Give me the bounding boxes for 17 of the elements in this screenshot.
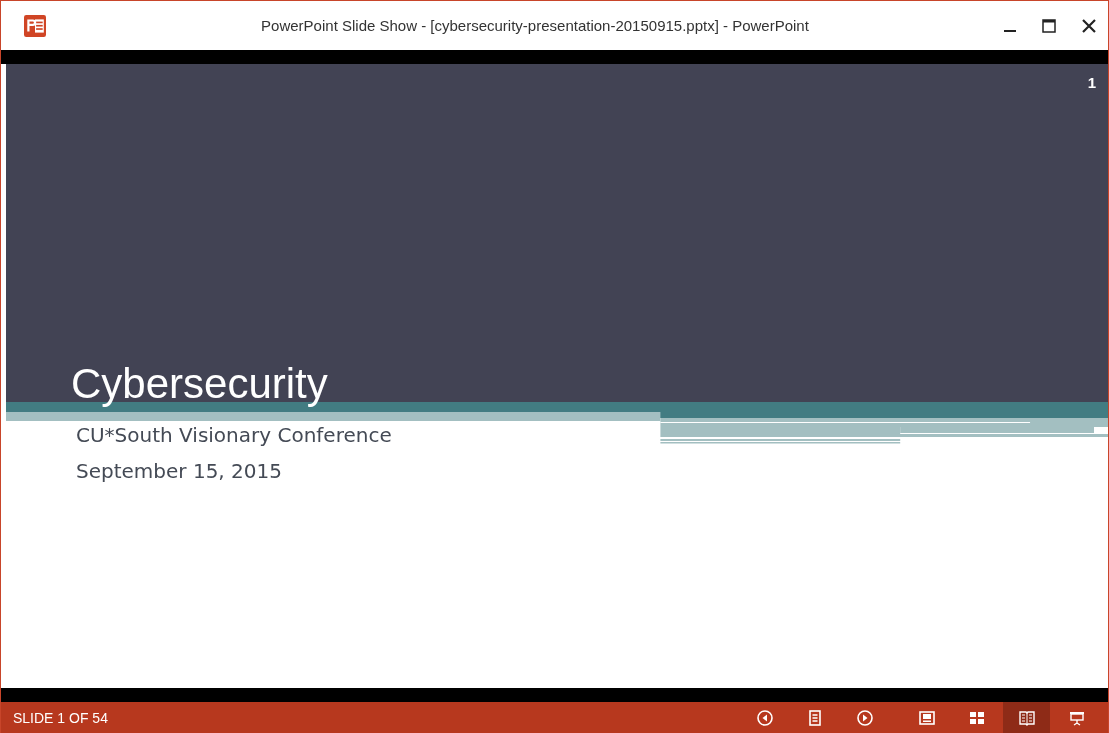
view-button[interactable] [1003, 702, 1050, 733]
subtitle-line: September 15, 2015 [76, 458, 282, 485]
next-icon [856, 709, 873, 726]
maximize-icon[interactable] [1042, 18, 1056, 33]
close-icon[interactable] [1082, 18, 1096, 33]
grid-icon [968, 709, 985, 726]
notes-icon [806, 709, 823, 726]
app-logo-icon [24, 14, 46, 37]
projector-icon [1068, 709, 1085, 726]
slide-number: 1 [1087, 74, 1096, 91]
subtitle-line: CU*South Visionary Conference [76, 422, 392, 449]
slide-title: Cybersecurity [71, 359, 329, 409]
book-icon [1018, 709, 1035, 726]
normal-view-icon [918, 709, 935, 726]
window-title: PowerPoint Slide Show - [cybersecurity-presentation-20150915.pptx] - PowerPoint [260, 17, 810, 34]
previous-icon [756, 709, 773, 726]
slide-counter: SLIDE 1 OF 54 [13, 709, 108, 726]
